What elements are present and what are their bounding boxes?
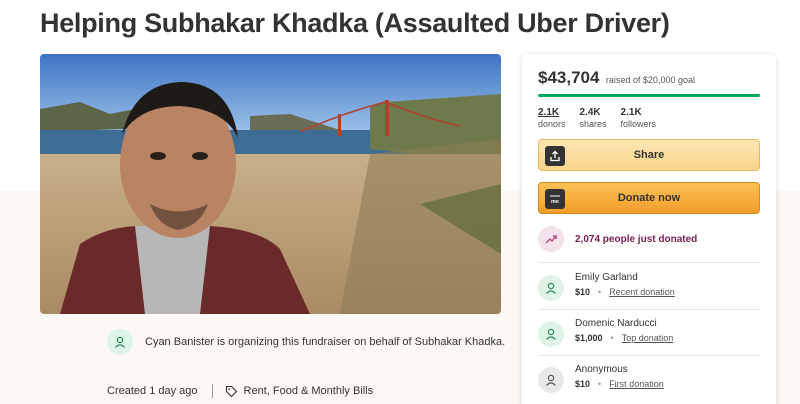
organizer-text: Cyan Banister is organizing this fundrai… — [145, 336, 506, 348]
amount-raised: $43,704 — [538, 68, 600, 87]
stat-label: donors — [538, 119, 566, 129]
gofundme-logo-icon: me — [545, 189, 565, 209]
category-link[interactable]: Rent, Food & Monthly Bills — [244, 385, 374, 397]
recent-donations-trend[interactable]: 2,074 people just donated — [538, 226, 697, 252]
stat-value: 2.1K — [538, 107, 560, 118]
progress-bar — [538, 94, 760, 97]
stat-value: 2.4K — [579, 107, 601, 118]
donation-amount: $10 — [575, 379, 591, 389]
page-title: Helping Subhakar Khadka (Assaulted Uber … — [40, 8, 670, 38]
separator-dot: • — [598, 379, 602, 389]
donation-card: $43,704 raised of $20,000 goal 2.1K dono… — [522, 54, 776, 404]
donation-info: Anonymous $10 • First donation — [575, 364, 664, 389]
separator-dot: • — [610, 333, 614, 343]
donation-tag-link[interactable]: Top donation — [622, 333, 674, 343]
stats-row: 2.1K donors 2.4K shares 2.1K followers — [538, 107, 670, 129]
created-date: Created 1 day ago — [107, 385, 198, 397]
stat-label: shares — [579, 119, 607, 129]
divider — [538, 262, 760, 263]
hero-photo — [40, 54, 501, 314]
donation-info: Domenic Narducci $1,000 • Top donation — [575, 318, 673, 343]
organizer-row: Cyan Banister is organizing this fundrai… — [107, 329, 505, 355]
donation-info: Emily Garland $10 • Recent donation — [575, 272, 675, 297]
donation-tag-link[interactable]: First donation — [609, 379, 664, 389]
stat-shares: 2.4K shares — [580, 107, 607, 129]
person-icon — [538, 367, 564, 393]
donor-name: Emily Garland — [575, 272, 638, 283]
stat-value: 2.1K — [620, 107, 642, 118]
person-icon — [538, 275, 564, 301]
separator-dot: • — [598, 287, 602, 297]
donor-name: Domenic Narducci — [575, 318, 657, 329]
donation-item: Emily Garland $10 • Recent donation — [538, 272, 675, 301]
goal-text: raised of $20,000 goal — [605, 75, 695, 85]
campaign-meta: Created 1 day ago Rent, Food & Monthly B… — [107, 384, 373, 398]
stat-followers: 2.1K followers — [621, 107, 657, 129]
donor-name: Anonymous — [575, 364, 628, 375]
donation-details: $10 • First donation — [575, 379, 664, 389]
raised-summary: $43,704 raised of $20,000 goal — [538, 68, 695, 88]
trending-up-icon — [538, 226, 564, 252]
stat-label: followers — [620, 119, 657, 129]
divider — [538, 309, 760, 310]
person-icon — [538, 321, 564, 347]
stat-donors[interactable]: 2.1K donors — [538, 107, 566, 129]
tag-icon — [225, 385, 238, 398]
svg-text:me: me — [551, 199, 559, 205]
donation-details: $10 • Recent donation — [575, 287, 675, 297]
organizer-person-icon — [107, 329, 133, 355]
donate-button[interactable]: me Donate now — [538, 182, 760, 214]
donation-amount: $10 — [575, 287, 591, 297]
share-label: Share — [633, 149, 665, 161]
share-button[interactable]: Share — [538, 139, 760, 171]
donate-label: Donate now — [617, 192, 681, 204]
donation-tag-link[interactable]: Recent donation — [609, 287, 675, 297]
divider — [538, 355, 760, 356]
meta-divider — [211, 384, 213, 398]
donation-amount: $1,000 — [575, 333, 603, 343]
trend-text: 2,074 people just donated — [575, 233, 698, 245]
donation-item: Anonymous $10 • First donation — [538, 364, 664, 393]
donation-details: $1,000 • Top donation — [575, 333, 673, 343]
progress-fill — [538, 94, 760, 97]
donation-item: Domenic Narducci $1,000 • Top donation — [538, 318, 673, 347]
share-icon — [545, 146, 565, 166]
